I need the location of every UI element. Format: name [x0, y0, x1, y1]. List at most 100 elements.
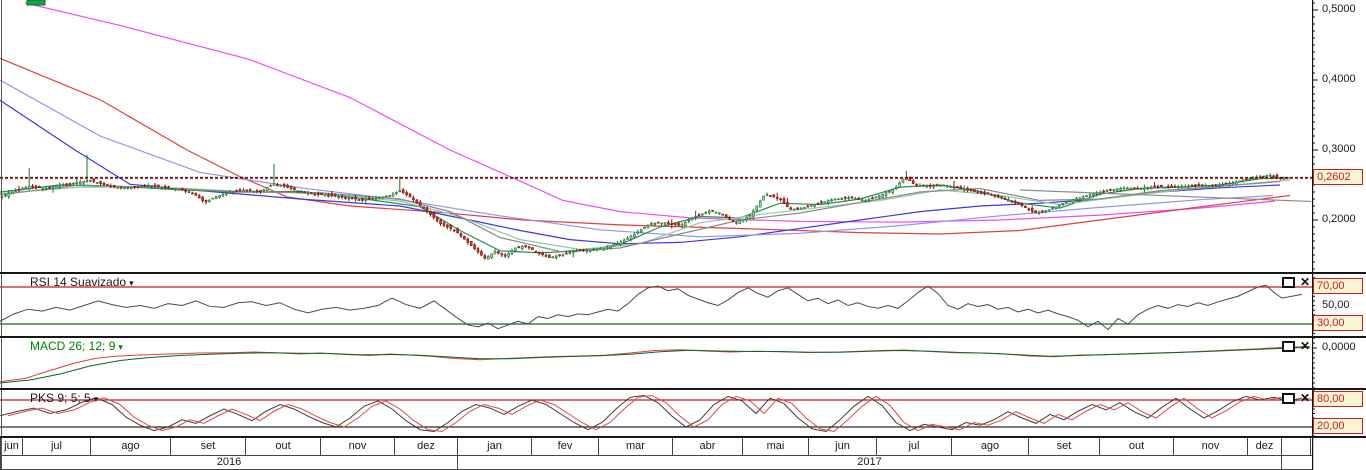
candle-body	[983, 191, 986, 194]
candle-body	[119, 186, 123, 189]
candle-body	[1200, 184, 1204, 187]
candle-body	[449, 225, 453, 229]
candle-body	[588, 249, 592, 252]
candle-body	[1268, 174, 1272, 177]
candle-body	[211, 197, 215, 200]
month-cell: jul	[876, 437, 951, 455]
candle-body	[847, 197, 850, 200]
candle-body	[340, 195, 344, 198]
pks-indicator-label[interactable]: PKS 9; 5; 5 ▾	[30, 391, 98, 405]
candle-body	[578, 249, 582, 251]
candle-body	[962, 189, 966, 191]
candle-body	[928, 185, 932, 187]
candle-body	[1088, 194, 1092, 197]
rsi-close-icon[interactable]: ✕	[1300, 276, 1310, 288]
candle-body	[871, 197, 874, 200]
candle-body	[1112, 189, 1116, 191]
candle-body	[711, 210, 714, 212]
candle-body	[1149, 186, 1153, 189]
macd-dropdown-caret[interactable]: ▾	[118, 342, 123, 352]
candle-body	[361, 198, 364, 201]
macd-indicator-label[interactable]: MACD 26; 12; 9 ▾	[30, 339, 123, 353]
candle-body	[197, 195, 201, 199]
candle-body	[408, 193, 412, 198]
candle-body	[813, 203, 816, 207]
candle-body	[806, 205, 810, 208]
month-cell: jul	[22, 437, 90, 455]
month-cell: mar	[598, 437, 672, 455]
candle-body	[24, 187, 28, 189]
candle-body	[684, 222, 687, 226]
rsi-restore-icon[interactable]	[1282, 277, 1295, 288]
candle-body	[486, 255, 490, 260]
rsi-panel[interactable]	[0, 273, 1312, 337]
candle-body	[129, 186, 133, 189]
candle-body	[1061, 203, 1065, 205]
candle-body	[89, 179, 92, 182]
candle-body	[391, 193, 395, 197]
candle-body	[1143, 187, 1146, 190]
rsi-dropdown-caret[interactable]: ▾	[129, 278, 134, 288]
pks-dropdown-caret[interactable]: ▾	[94, 394, 99, 404]
candle-body	[1238, 180, 1241, 183]
candle-body	[218, 195, 221, 198]
candle-body	[7, 193, 11, 197]
macd-panel[interactable]	[0, 337, 1312, 389]
candle-body	[242, 189, 245, 192]
rsi-indicator-label[interactable]: RSI 14 Suavizado ▾	[30, 275, 134, 289]
candle-body	[622, 239, 626, 243]
candle-body	[582, 249, 585, 252]
candle-body	[534, 250, 538, 253]
candle-body	[187, 191, 191, 193]
candle-body	[680, 224, 684, 227]
candle-body	[745, 217, 748, 221]
candle-body	[398, 190, 402, 193]
candle-body	[95, 182, 99, 184]
month-cell: dez	[394, 437, 457, 455]
candle-body	[1153, 185, 1156, 188]
candle-body	[157, 184, 160, 187]
candle-body	[82, 181, 85, 184]
candle-body	[636, 231, 640, 234]
candle-body	[956, 186, 959, 189]
candle-body	[619, 241, 623, 245]
candle-body	[687, 219, 691, 222]
macd-restore-icon[interactable]	[1282, 341, 1295, 352]
candle-body	[61, 184, 65, 186]
candle-body	[14, 190, 17, 192]
candle-body	[1194, 184, 1197, 187]
candle-body	[418, 201, 422, 206]
candle-body	[1017, 202, 1020, 205]
candle-body	[650, 223, 653, 225]
candle-body	[554, 255, 558, 258]
candle-body	[1058, 204, 1061, 207]
candle-body	[945, 185, 949, 187]
candle-body	[735, 221, 738, 224]
price-panel[interactable]	[0, 0, 1312, 273]
macd-level-label: 0,0000	[1322, 341, 1356, 353]
candle-body	[932, 185, 935, 188]
candle-body	[483, 255, 487, 259]
month-cell	[1281, 437, 1311, 455]
pks-panel[interactable]	[0, 389, 1312, 437]
candle-body	[180, 188, 184, 191]
macd-close-icon[interactable]: ✕	[1300, 340, 1310, 352]
candle-body	[384, 195, 388, 198]
candle-body	[395, 192, 398, 194]
pks-restore-icon[interactable]	[1282, 393, 1295, 404]
candle-body	[724, 214, 728, 218]
candle-body	[480, 251, 483, 256]
candle-body	[718, 212, 721, 215]
candle-body	[204, 199, 208, 203]
candle-body	[41, 187, 45, 190]
ma-blue	[0, 99, 1281, 245]
candle-body	[629, 235, 633, 240]
candle-body	[425, 207, 429, 212]
candle-body	[803, 207, 806, 209]
candle-body	[1234, 181, 1238, 185]
candle-body	[231, 191, 235, 193]
candle-body	[221, 193, 225, 197]
candle-body	[775, 197, 779, 199]
pks-close-icon[interactable]: ✕	[1300, 392, 1310, 404]
candle-body	[497, 251, 500, 254]
